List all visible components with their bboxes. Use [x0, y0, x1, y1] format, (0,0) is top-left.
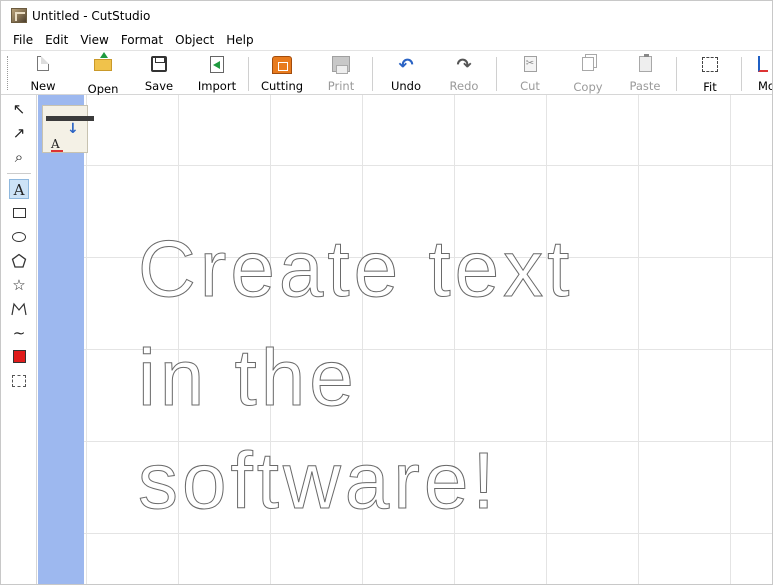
copy-button-label: Copy [573, 80, 603, 94]
save-button[interactable]: Save [135, 54, 183, 94]
rectangle-tool[interactable] [9, 203, 29, 223]
import-button[interactable]: Import [193, 54, 241, 94]
node-edit-tool[interactable]: ↗ [9, 123, 29, 143]
copy-button[interactable]: Copy [564, 54, 612, 94]
menu-view[interactable]: View [74, 33, 114, 47]
star-icon: ☆ [12, 276, 26, 294]
text-a-icon: A [13, 181, 25, 199]
new-button-label: New [30, 79, 56, 93]
print-button[interactable]: Print [317, 54, 365, 94]
text-orientation-label: A [51, 137, 60, 151]
main-toolbar: New Open Save Import Cutting Print ↶ Und… [1, 50, 772, 96]
rectangle-icon [12, 208, 26, 218]
scissors-icon: ✂ [520, 56, 540, 76]
cut-button[interactable]: ✂ Cut [506, 54, 554, 94]
app-window: Untitled - CutStudio File Edit View Form… [0, 0, 773, 585]
text-tool[interactable]: A [9, 179, 29, 199]
canvas-text-line[interactable]: in the [138, 337, 358, 418]
menu-help[interactable]: Help [220, 33, 259, 47]
cutstudio-logo-icon [11, 8, 27, 23]
save-button-label: Save [144, 79, 174, 93]
fill-color-swatch-icon [12, 350, 26, 363]
polyline-tool[interactable] [9, 299, 29, 319]
clipboard-icon [635, 54, 655, 76]
arrow-pointer-icon: ↖ [12, 100, 26, 118]
undo-button-label: Undo [390, 79, 422, 93]
marquee-select-tool[interactable] [9, 371, 29, 391]
canvas-text-line[interactable]: Create text [137, 228, 573, 309]
dashed-selection-icon [12, 375, 26, 387]
move-icon [746, 56, 768, 76]
freehand-curve-icon: ∼ [12, 324, 26, 342]
toolbar-separator [372, 57, 373, 91]
cutting-button[interactable]: Cutting [258, 54, 306, 94]
toolbar-separator [676, 57, 677, 91]
zoom-tool[interactable]: ⌕ [9, 147, 29, 167]
paste-button-label: Paste [629, 79, 661, 93]
drawing-toolbox: ↖ ↗ ⌕ A ☆ ∼ [1, 95, 37, 584]
window-title: Untitled - CutStudio [32, 8, 151, 23]
magnifier-icon: ⌕ [14, 148, 24, 166]
menu-object[interactable]: Object [169, 33, 220, 47]
menu-edit[interactable]: Edit [39, 33, 74, 47]
ellipse-icon [12, 232, 26, 242]
ellipse-tool[interactable] [9, 227, 29, 247]
menu-format[interactable]: Format [115, 33, 169, 47]
new-document-icon [33, 56, 53, 76]
polyline-icon [11, 302, 27, 316]
paste-button[interactable]: Paste [621, 54, 669, 94]
fit-button[interactable]: Fit [686, 54, 734, 94]
select-arrow-tool[interactable]: ↖ [9, 99, 29, 119]
import-icon [207, 56, 227, 76]
cutting-machine-icon [272, 56, 292, 76]
fit-frame-icon [700, 57, 720, 77]
vertical-ruler [38, 95, 84, 584]
cut-button-label: Cut [520, 79, 540, 93]
text-baseline-icon [51, 150, 63, 152]
down-arrow-icon: ↓ [67, 121, 79, 137]
move-button-label: Mo [758, 79, 772, 93]
toolbar-separator [496, 57, 497, 91]
toolbar-grip[interactable] [7, 56, 10, 90]
node-pointer-icon: ↗ [12, 124, 26, 142]
freehand-tool[interactable]: ∼ [9, 323, 29, 343]
star-tool[interactable]: ☆ [9, 275, 29, 295]
polygon-tool[interactable] [9, 251, 29, 271]
menu-bar: File Edit View Format Object Help [1, 30, 772, 50]
redo-arrow-icon: ↷ [456, 55, 472, 76]
new-button[interactable]: New [19, 54, 67, 94]
copy-icon [578, 57, 598, 77]
undo-button[interactable]: ↶ Undo [382, 54, 430, 94]
title-bar: Untitled - CutStudio [1, 1, 772, 30]
printer-icon [331, 56, 351, 76]
redo-button[interactable]: ↷ Redo [440, 54, 488, 94]
fill-color-tool[interactable] [9, 347, 29, 367]
redo-button-label: Redo [449, 79, 479, 93]
toolbox-separator [7, 173, 31, 174]
pentagon-icon [11, 253, 27, 268]
undo-arrow-icon: ↶ [398, 55, 414, 76]
menu-file[interactable]: File [7, 33, 39, 47]
fit-button-label: Fit [703, 80, 717, 94]
toolbar-separator [741, 57, 742, 91]
open-folder-icon [93, 52, 113, 79]
toolbar-separator [248, 57, 249, 91]
save-icon [149, 56, 169, 76]
canvas-text-line[interactable]: software! [138, 440, 499, 521]
import-button-label: Import [197, 79, 237, 93]
move-button[interactable]: Mo [746, 54, 772, 94]
open-button-label: Open [87, 82, 119, 96]
cutting-button-label: Cutting [260, 79, 304, 93]
text-direction-panel[interactable]: ↓ A [42, 105, 94, 153]
print-button-label: Print [327, 79, 355, 93]
open-button[interactable]: Open [79, 52, 127, 96]
